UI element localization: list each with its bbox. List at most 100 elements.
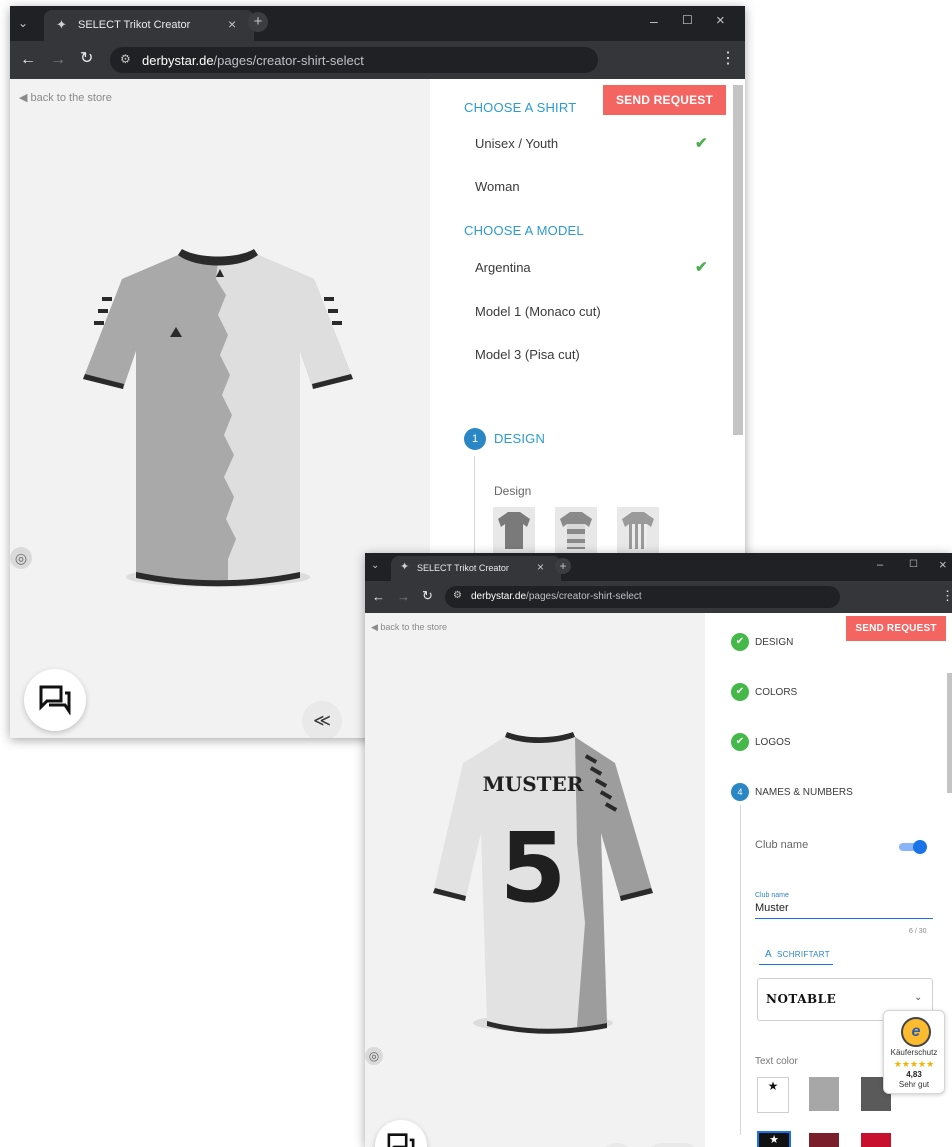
tab-strip: ⌄ ✦ SELECT Trikot Creator × + – ☐ × (10, 6, 745, 41)
step-names-numbers[interactable]: NAMES & NUMBERS (755, 787, 853, 798)
ar-button[interactable]: ⬡ AR (645, 1143, 701, 1147)
browser-tab[interactable]: ✦ SELECT Trikot Creator × (391, 556, 561, 581)
step-logos[interactable]: LOGOS (755, 737, 791, 748)
forward-arrow-icon[interactable]: → (50, 52, 66, 68)
badge-stars: ★★★★★ (893, 1059, 935, 1069)
back-arrow-icon[interactable]: ← (20, 52, 36, 68)
step-connector (474, 456, 475, 566)
back-to-store-link[interactable]: ◀ back to the store (19, 91, 112, 104)
tab-search-icon[interactable]: ⌄ (18, 17, 28, 29)
trusted-e-icon: e (901, 1017, 931, 1047)
tab-search-icon[interactable]: ⌄ (371, 561, 379, 571)
scrollbar[interactable] (733, 85, 743, 435)
color-swatch-black[interactable]: ★ (757, 1131, 791, 1147)
fingerprint-icon[interactable]: ◎ (10, 547, 32, 569)
minimize-icon[interactable]: – (650, 14, 658, 28)
maximize-icon[interactable]: ☐ (682, 14, 693, 26)
names-step-badge: 4 (731, 783, 749, 801)
configurator-panel: SEND REQUEST ✔ DESIGN ✔ COLORS ✔ LOGOS 4… (705, 613, 952, 1147)
send-request-button[interactable]: SEND REQUEST (846, 616, 946, 641)
trusted-shops-badge[interactable]: e Käuferschutz ★★★★★ 4,83 Sehr gut (883, 1010, 945, 1094)
logos-step-check-icon: ✔ (731, 733, 749, 751)
design-step-heading[interactable]: DESIGN (494, 431, 545, 446)
model-option-argentina[interactable]: Argentina (475, 260, 531, 275)
site-info-icon[interactable]: ⚙ (120, 53, 131, 65)
address-bar: ← → ↻ ⚙ derbystar.de/pages/creator-shirt… (10, 41, 745, 79)
tab-close-icon[interactable]: × (228, 17, 236, 31)
club-name-toggle[interactable] (899, 840, 927, 854)
chat-icon (39, 685, 71, 715)
chat-button[interactable] (24, 669, 86, 731)
url-field[interactable]: ⚙ derbystar.de/pages/creator-shirt-selec… (110, 47, 598, 73)
new-tab-icon[interactable]: + (248, 12, 268, 32)
share-button[interactable]: ≪ (302, 701, 342, 738)
color-swatch-red[interactable] (861, 1133, 891, 1147)
url-field[interactable]: ⚙ derbystar.de/pages/creator-shirt-selec… (445, 586, 840, 608)
color-swatch-burgundy[interactable] (809, 1133, 839, 1147)
back-to-store-link[interactable]: ◀ back to the store (371, 622, 447, 633)
page-content: ◀ back to the store MUSTER 5 ◎ ≪ (365, 613, 952, 1147)
jersey-number-print: 5 (500, 812, 567, 924)
club-name-field-label: Club name (755, 892, 789, 899)
share-button[interactable]: ≪ (599, 1143, 635, 1147)
model-option-monaco[interactable]: Model 1 (Monaco cut) (475, 304, 601, 319)
forward-arrow-icon[interactable]: → (397, 590, 410, 603)
badge-rating: 4,83 (906, 1070, 922, 1079)
url-path: /pages/creator-shirt-select (213, 53, 364, 68)
font-selected-value: NOTABLE (766, 992, 837, 1006)
step-colors[interactable]: COLORS (755, 687, 797, 698)
tab-close-icon[interactable]: × (537, 561, 544, 573)
favicon-icon: ✦ (400, 561, 410, 573)
design-thumbnail[interactable] (493, 507, 535, 553)
font-tab-label: SCHRIFTART (777, 950, 830, 959)
choose-shirt-heading: CHOOSE A SHIRT (464, 100, 577, 115)
font-tab[interactable]: A SCHRIFTART (759, 946, 833, 965)
chevron-down-icon: ⌄ (914, 992, 923, 1003)
window-close-icon[interactable]: × (716, 13, 725, 28)
site-info-icon[interactable]: ⚙ (453, 591, 462, 601)
chat-button[interactable] (375, 1120, 427, 1147)
tab-title: SELECT Trikot Creator (417, 563, 509, 573)
step-design[interactable]: DESIGN (755, 637, 793, 648)
fingerprint-icon[interactable]: ◎ (365, 1047, 383, 1065)
reload-icon[interactable]: ↻ (422, 589, 433, 602)
input-underline (755, 918, 933, 919)
chat-icon (387, 1133, 415, 1147)
browser-window-back-view: ⌄ ✦ SELECT Trikot Creator × + – ☐ × ← → … (365, 553, 952, 1147)
colors-step-check-icon: ✔ (731, 683, 749, 701)
choose-model-heading: CHOOSE A MODEL (464, 223, 584, 238)
shirt-option-woman[interactable]: Woman (475, 179, 520, 194)
design-step-check-icon: ✔ (731, 633, 749, 651)
shirt-front-3d-preview[interactable] (78, 239, 358, 599)
design-thumbnail[interactable] (555, 507, 597, 553)
back-arrow-icon[interactable]: ← (372, 590, 385, 603)
step-connector (740, 805, 741, 1135)
browser-tab[interactable]: ✦ SELECT Trikot Creator × (44, 10, 254, 41)
reload-icon[interactable]: ↻ (80, 51, 93, 67)
design-thumbnail[interactable] (617, 507, 659, 553)
minimize-icon[interactable]: – (877, 560, 883, 571)
selected-star-icon: ★ (767, 1079, 779, 1093)
shirt-option-unisex[interactable]: Unisex / Youth (475, 136, 558, 151)
design-sub-label: Design (494, 484, 532, 498)
send-request-button[interactable]: SEND REQUEST (603, 85, 726, 115)
browser-menu-icon[interactable]: ⋮ (720, 51, 736, 67)
shirt-preview-stage: ◀ back to the store MUSTER 5 ◎ ≪ (365, 613, 705, 1147)
maximize-icon[interactable]: ☐ (909, 560, 918, 570)
model-option-pisa[interactable]: Model 3 (Pisa cut) (475, 347, 580, 362)
shirt-back-3d-preview[interactable]: MUSTER 5 (425, 723, 665, 1043)
font-a-icon: A (765, 949, 772, 960)
browser-menu-icon[interactable]: ⋮ (941, 589, 952, 602)
new-tab-icon[interactable]: + (555, 558, 571, 574)
badge-title: Käuferschutz (890, 1048, 938, 1057)
club-name-input[interactable]: Muster (755, 902, 789, 914)
char-counter: 6 / 30 (909, 928, 927, 935)
window-close-icon[interactable]: × (939, 558, 947, 571)
tab-title: SELECT Trikot Creator (78, 19, 191, 31)
color-swatch-light-grey[interactable] (809, 1077, 839, 1111)
scrollbar[interactable] (947, 673, 952, 793)
color-swatch-white-selected[interactable]: ★ (757, 1077, 789, 1113)
share-icon: ≪ (313, 711, 331, 730)
address-bar: ← → ↻ ⚙ derbystar.de/pages/creator-shirt… (365, 581, 952, 613)
selected-star-icon: ★ (769, 1134, 779, 1146)
